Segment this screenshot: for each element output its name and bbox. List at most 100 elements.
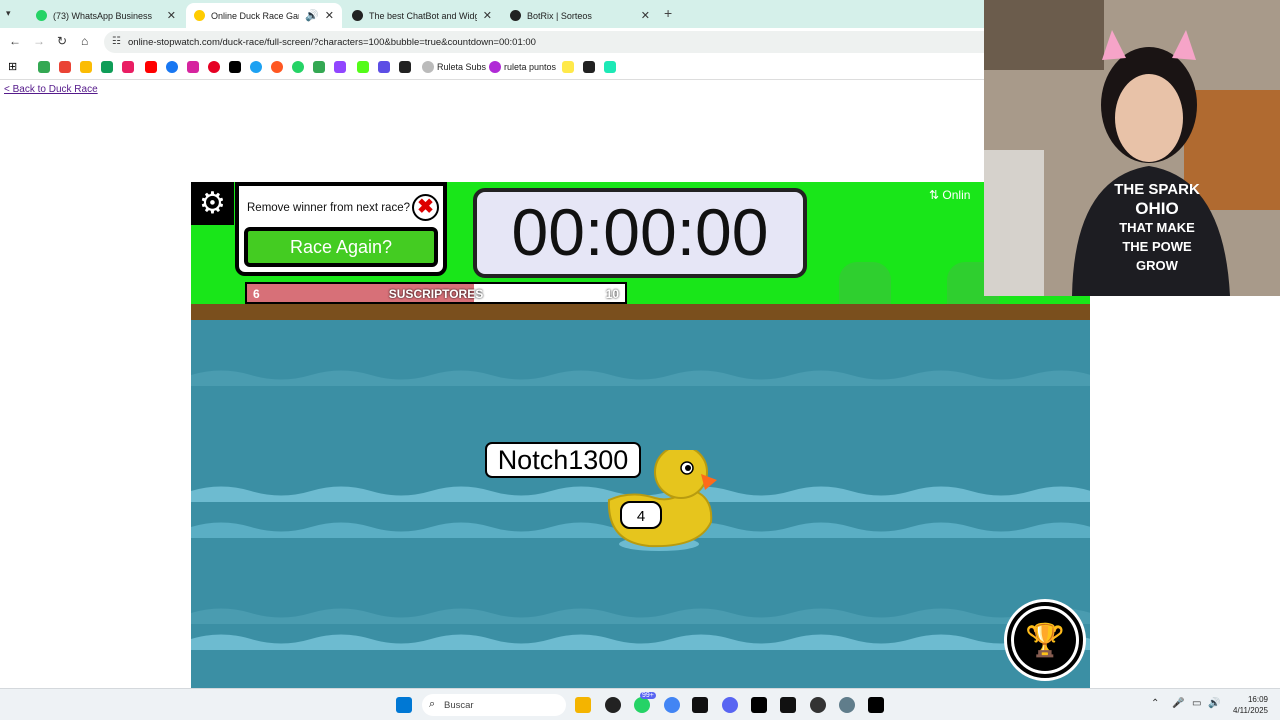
volume-icon[interactable]: 🔊: [1208, 698, 1220, 709]
leaderboard-button[interactable]: 🏆: [1007, 602, 1083, 678]
clock-time: 16:09: [1247, 695, 1268, 704]
site-info-icon[interactable]: ☷: [112, 36, 121, 47]
tab-chatbot[interactable]: The best ChatBot and Widgets ✕: [344, 3, 500, 28]
shirt-line: THE POWE: [1122, 239, 1192, 254]
webcam-overlay: THE SPARK OHIO THAT MAKE THE POWE GROW: [984, 0, 1280, 296]
folder-icon[interactable]: [562, 61, 574, 73]
gmail-icon[interactable]: [59, 61, 71, 73]
capcut-icon[interactable]: [780, 697, 796, 713]
duck-race-game: ⚙ Remove winner from next race? ✖ Race A…: [191, 182, 1090, 688]
bookmark-icon[interactable]: [250, 61, 262, 73]
instagram-icon[interactable]: [187, 61, 199, 73]
bookmark-icon[interactable]: [583, 61, 595, 73]
settings-icon[interactable]: [839, 697, 855, 713]
bookmark-ruleta-puntos[interactable]: ruleta puntos: [504, 62, 556, 72]
race-again-button[interactable]: Race Again?: [244, 227, 438, 267]
system-clock[interactable]: 16:09 4/11/2025: [1226, 694, 1268, 716]
bookmark-icon[interactable]: [422, 61, 434, 73]
progress-label: SUSCRIPTORES: [388, 287, 484, 301]
tab-search-icon[interactable]: ▾: [6, 8, 11, 19]
apps-grid-icon[interactable]: ⊞: [8, 61, 20, 73]
notion-icon[interactable]: [868, 697, 884, 713]
maps-icon[interactable]: [313, 61, 325, 73]
kick-icon[interactable]: [357, 61, 369, 73]
updown-arrows-icon: ⇅: [929, 188, 940, 202]
new-tab-button[interactable]: +: [664, 5, 672, 21]
windows-taskbar: ⌕ Buscar 99+ ⌃ 🎤 ▭ 🔊 16:09 4/11/2025: [0, 688, 1280, 720]
twitch-icon[interactable]: [334, 61, 346, 73]
bookmark-icon[interactable]: [399, 61, 411, 73]
duck-number: 4: [637, 508, 645, 525]
duck-icon: 4: [607, 450, 717, 551]
close-icon[interactable]: ✕: [483, 9, 492, 22]
countdown-timer: 00:00:00: [473, 188, 807, 278]
tab-label: Online Duck Race Game: [211, 10, 299, 21]
bush-decoration: [839, 262, 891, 306]
speaker-icon[interactable]: 🔊: [305, 9, 319, 22]
bookmark-ruleta-subs[interactable]: Ruleta Subs: [437, 62, 486, 72]
close-icon[interactable]: ✕: [167, 9, 176, 22]
url-text: online-stopwatch.com/duck-race/full-scre…: [128, 36, 536, 48]
wave-decoration: [191, 634, 1090, 650]
progress-high-value: 10: [605, 287, 619, 301]
whatsapp-icon[interactable]: [634, 697, 650, 713]
bookmark-icon[interactable]: [101, 61, 113, 73]
chatgpt-icon[interactable]: [605, 697, 621, 713]
discord-icon[interactable]: [722, 697, 738, 713]
close-icon[interactable]: ✕: [325, 9, 334, 22]
subscriber-progress-bar: 6 SUSCRIPTORES 10: [245, 282, 627, 304]
search-placeholder: Buscar: [444, 699, 474, 711]
remove-winner-toggle-icon[interactable]: ✖: [412, 194, 439, 221]
tab-duck-race[interactable]: Online Duck Race Game 🔊 ✕: [186, 3, 342, 28]
bookmark-icon[interactable]: [122, 61, 134, 73]
forward-arrow-icon[interactable]: →: [33, 34, 45, 48]
clock-date: 4/11/2025: [1233, 706, 1268, 715]
obs-icon[interactable]: [810, 697, 826, 713]
capcut-icon[interactable]: [692, 697, 708, 713]
shirt-line: GROW: [1136, 258, 1178, 273]
shirt-line: OHIO: [1135, 199, 1179, 218]
windows-start-icon[interactable]: [396, 697, 412, 713]
tiktok-icon[interactable]: [229, 61, 241, 73]
notion-icon[interactable]: [751, 697, 767, 713]
back-arrow-icon[interactable]: ←: [9, 34, 21, 48]
microphone-icon[interactable]: 🎤: [1172, 698, 1184, 709]
whatsapp-icon: [36, 10, 47, 21]
pinterest-icon[interactable]: [208, 61, 220, 73]
race-options-panel: Remove winner from next race? ✖ Race Aga…: [235, 182, 447, 276]
tab-whatsapp[interactable]: (73) WhatsApp Business ✕: [28, 3, 184, 28]
chevron-up-icon[interactable]: ⌃: [1151, 698, 1159, 709]
settings-gear-icon[interactable]: ⚙: [191, 182, 234, 225]
remove-winner-label: Remove winner from next race?: [247, 202, 410, 214]
display-icon[interactable]: ▭: [1192, 698, 1201, 709]
facebook-icon[interactable]: [166, 61, 178, 73]
online-label: Onlin: [942, 188, 971, 202]
shirt-text: THE SPARK OHIO THAT MAKE THE POWE GROW: [1102, 180, 1212, 275]
chrome-icon[interactable]: [664, 697, 680, 713]
youtube-icon[interactable]: [145, 61, 157, 73]
search-icon: ⌕: [429, 698, 436, 710]
whatsapp-icon[interactable]: [292, 61, 304, 73]
bookmark-icon[interactable]: [271, 61, 283, 73]
duck-icon: [194, 10, 205, 21]
online-indicator: ⇅ Onlin: [929, 188, 970, 202]
taskbar-search[interactable]: ⌕ Buscar: [422, 694, 566, 716]
bookmark-icon[interactable]: [378, 61, 390, 73]
file-explorer-icon[interactable]: [575, 697, 591, 713]
shirt-line: THAT MAKE: [1119, 220, 1195, 235]
botrix-icon: [510, 10, 521, 21]
back-to-duck-race-link[interactable]: < Back to Duck Race: [4, 84, 98, 95]
tab-label: The best ChatBot and Widgets: [369, 10, 477, 21]
bookmark-icon[interactable]: [489, 61, 501, 73]
play-icon[interactable]: [604, 61, 616, 73]
wave-decoration: [191, 370, 1090, 386]
reload-icon[interactable]: ↻: [57, 34, 67, 48]
home-icon[interactable]: ⌂: [81, 34, 88, 48]
bookmark-icon[interactable]: [80, 61, 92, 73]
close-icon[interactable]: ✕: [641, 9, 650, 22]
drive-icon[interactable]: [38, 61, 50, 73]
trophy-icon: 🏆: [1014, 609, 1076, 671]
shirt-line: THE SPARK: [1114, 181, 1200, 198]
botrix-icon: [352, 10, 363, 21]
tab-botrix[interactable]: BotRix | Sorteos ✕: [502, 3, 658, 28]
